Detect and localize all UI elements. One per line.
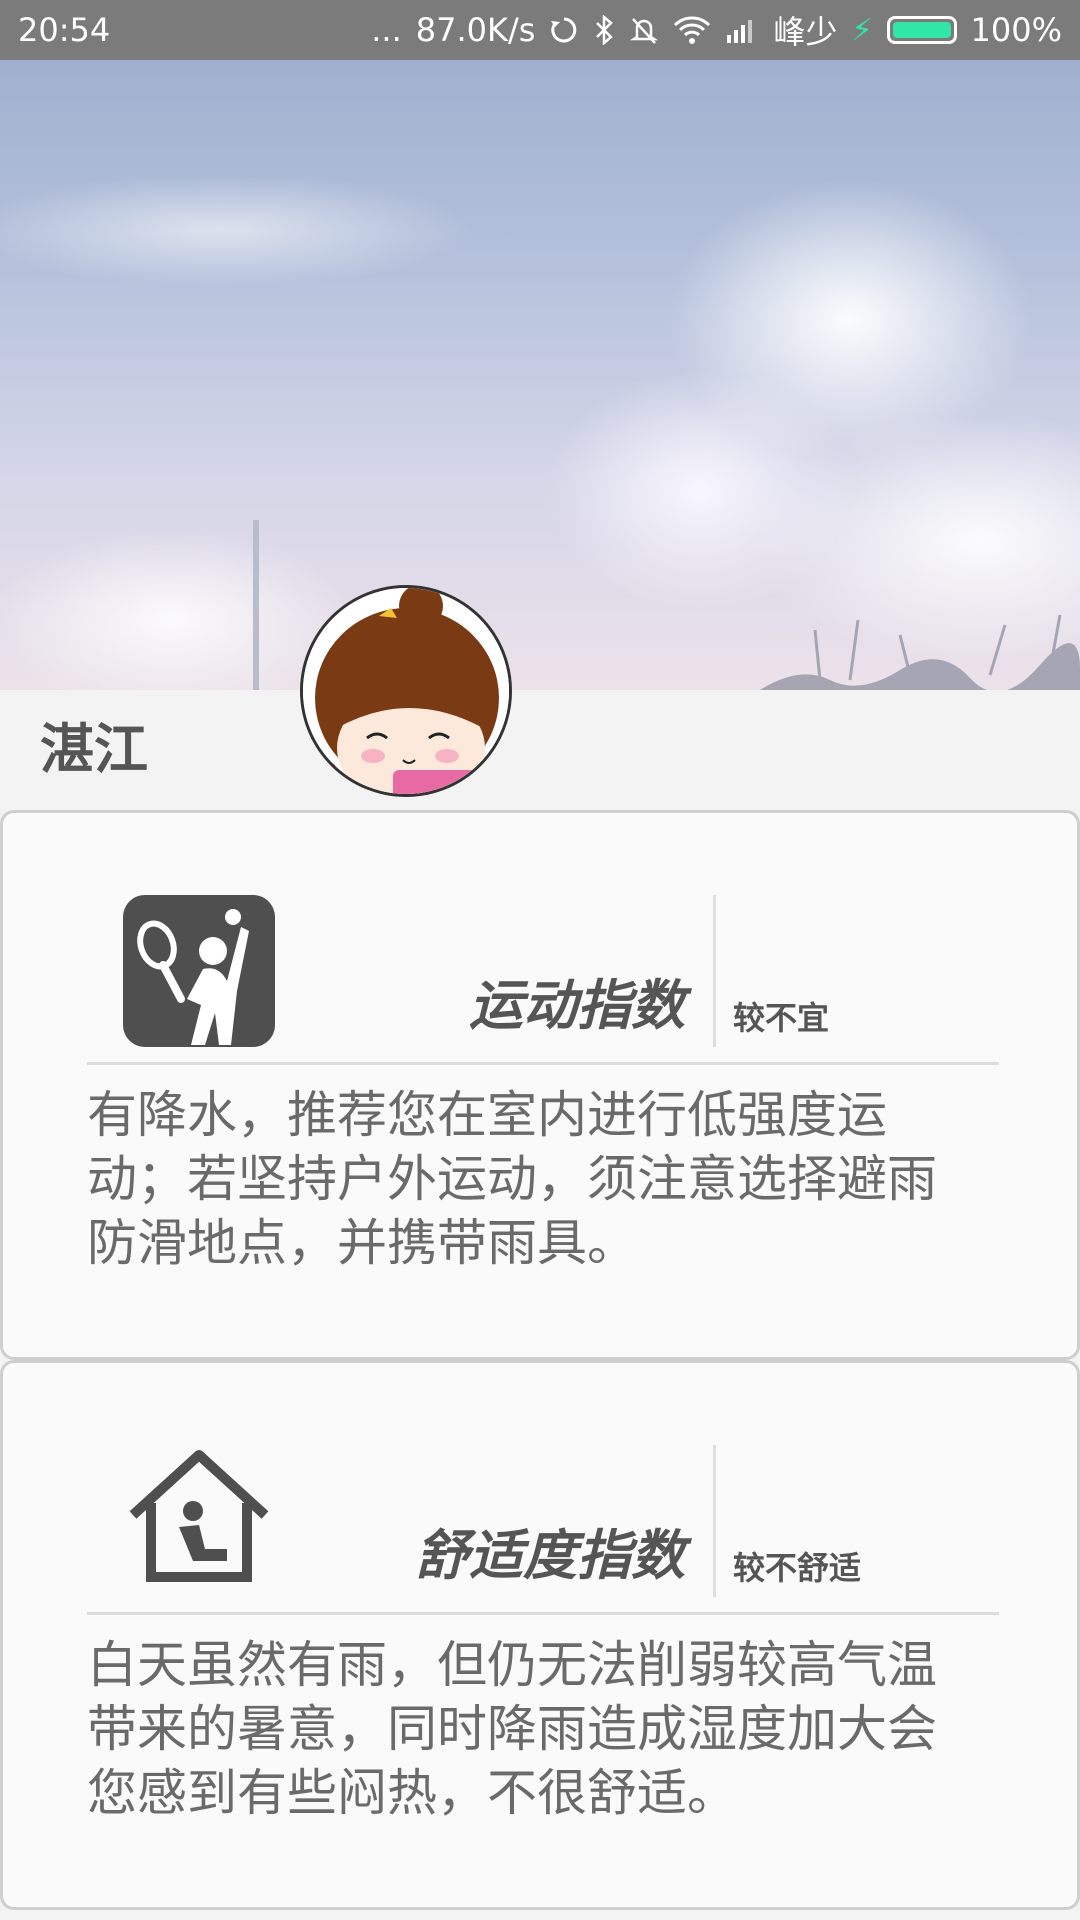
signal-icon <box>725 15 759 45</box>
battery-icon <box>886 16 957 44</box>
status-time: 20:54 <box>18 11 111 49</box>
net-speed: 87.0K/s <box>415 11 536 49</box>
tennis-player-icon <box>123 895 275 1047</box>
mute-bell-icon <box>629 15 659 45</box>
comfort-index-description: 白天虽然有雨，但仍无法削弱较高气温带来的暑意，同时降雨造成湿度加大会您感到有些闷… <box>87 1636 937 1822</box>
comfort-index-title: 舒适度指数 <box>415 1524 685 1587</box>
header-background-image <box>0 60 1080 690</box>
sync-icon <box>549 15 579 45</box>
horizontal-divider <box>87 1062 999 1065</box>
carrier-name: 峰少 <box>773 13 838 51</box>
wifi-icon <box>673 15 711 45</box>
comfort-index-status: 较不舒适 <box>733 1549 862 1587</box>
sport-index-card[interactable]: 运动指数 较不宜 有降水，推荐您在室内进行低强度运动；若坚持户外运动，须注意选择… <box>0 810 1080 1360</box>
city-name: 湛江 <box>40 718 148 781</box>
more-dots: ... <box>371 11 402 49</box>
house-person-icon <box>129 1450 269 1582</box>
comfort-index-card[interactable]: 舒适度指数 较不舒适 白天虽然有雨，但仍无法削弱较高气温带来的暑意，同时降雨造成… <box>0 1360 1080 1910</box>
sport-index-status: 较不宜 <box>733 999 830 1037</box>
battery-percent: 100% <box>970 11 1062 49</box>
vertical-divider <box>713 1445 716 1597</box>
horizontal-divider <box>87 1612 999 1615</box>
tower-silhouette <box>253 520 259 690</box>
charging-icon: ⚡ <box>851 12 873 48</box>
avatar[interactable] <box>300 585 512 797</box>
status-bar: 20:54 ... 87.0K/s 峰少 ⚡ 100% <box>0 0 1080 60</box>
vertical-divider <box>713 895 716 1047</box>
status-icons: ... 87.0K/s 峰少 ⚡ 100% <box>371 7 1062 53</box>
sport-index-title: 运动指数 <box>469 974 685 1037</box>
sport-index-description: 有降水，推荐您在室内进行低强度运动；若坚持户外运动，须注意选择避雨防滑地点，并携… <box>87 1086 937 1272</box>
bluetooth-icon <box>593 15 615 45</box>
grass-silhouette <box>760 614 1080 690</box>
avatar-cartoon-icon <box>303 588 509 794</box>
